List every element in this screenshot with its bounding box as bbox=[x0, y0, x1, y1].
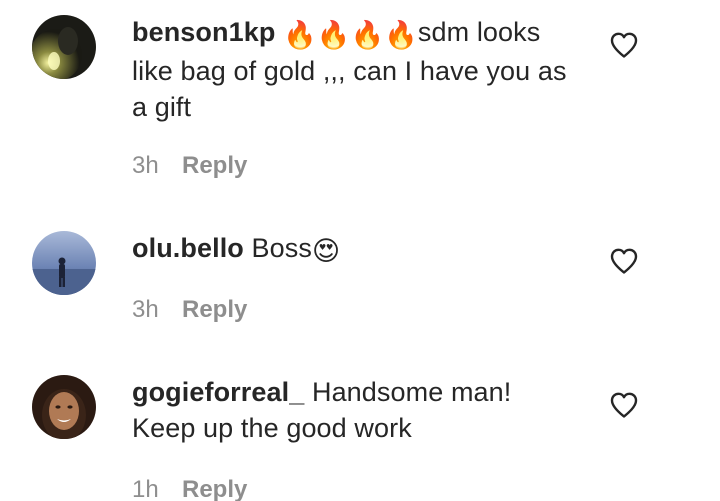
reply-button[interactable]: Reply bbox=[182, 476, 247, 501]
avatar[interactable] bbox=[32, 375, 96, 439]
comment-username[interactable]: gogieforreal_ bbox=[132, 377, 304, 407]
comment-meta: 1h Reply bbox=[132, 476, 247, 501]
heart-outline-icon[interactable] bbox=[609, 391, 639, 419]
comment-time: 1h bbox=[132, 476, 159, 501]
comment-item: gogieforreal_ Handsome man! Keep up the … bbox=[0, 0, 720, 501]
avatar-photo-icon bbox=[32, 375, 96, 439]
comment-text: gogieforreal_ Handsome man! Keep up the … bbox=[132, 374, 577, 446]
comments-list: benson1kp 🔥🔥🔥🔥sdm looks like bag of gold… bbox=[0, 0, 720, 501]
